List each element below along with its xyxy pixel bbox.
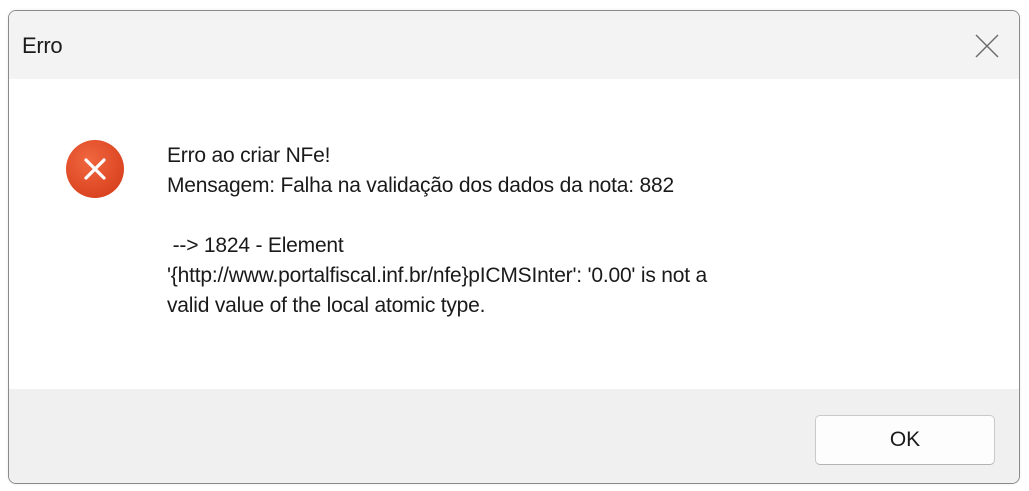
message-spacer — [167, 201, 987, 231]
message-line: Erro ao criar NFe! — [167, 144, 331, 167]
message-line: '{http://www.portalfiscal.inf.br/nfe}pIC… — [167, 264, 707, 287]
error-icon — [66, 140, 124, 198]
title-bar[interactable]: Erro — [9, 11, 1019, 79]
error-message: Erro ao criar NFe! Mensagem: Falha na va… — [167, 141, 987, 321]
dialog-footer: OK — [9, 389, 1019, 483]
error-dialog: Erro Erro ao criar NFe! Mensagem: Falha … — [8, 10, 1020, 484]
close-button[interactable] — [959, 11, 1019, 79]
message-line: valid value of the local atomic type. — [167, 294, 486, 317]
message-line: Mensagem: Falha na validação dos dados d… — [167, 174, 674, 197]
dialog-title: Erro — [22, 33, 63, 58]
dialog-content: Erro ao criar NFe! Mensagem: Falha na va… — [9, 79, 1019, 389]
close-icon — [975, 34, 999, 58]
message-line: --> 1824 - Element — [167, 234, 344, 257]
ok-button[interactable]: OK — [815, 415, 995, 465]
